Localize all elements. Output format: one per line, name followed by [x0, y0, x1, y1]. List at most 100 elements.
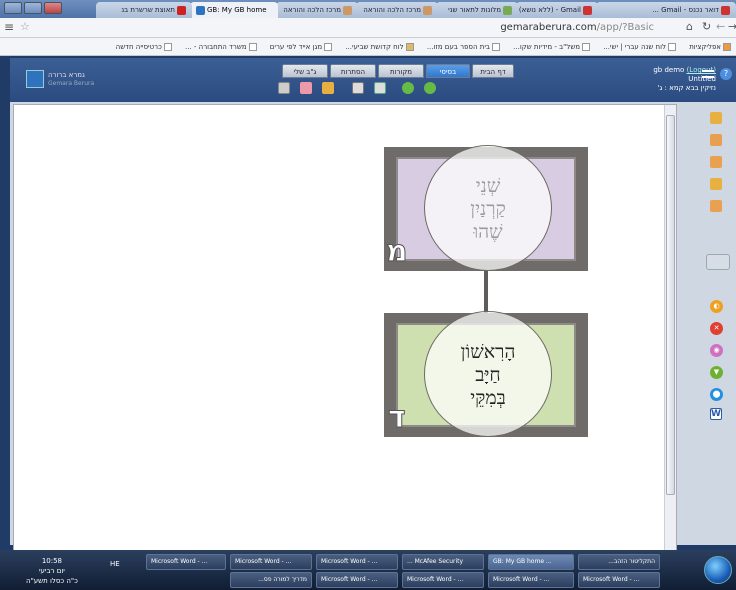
- star-icon[interactable]: ☆: [20, 20, 30, 33]
- bookmark-item[interactable]: כרטיסייה חדשה: [116, 38, 172, 55]
- bookmark-item[interactable]: משל"ב - מידיות שקו...: [513, 38, 591, 55]
- reload-icon[interactable]: ↻: [702, 20, 711, 33]
- tab-home[interactable]: דף הבית: [472, 64, 514, 78]
- passage-card[interactable]: שְׁנֵי קַרְנַיִן שֶׁהוּ מ: [384, 145, 588, 271]
- language-indicator[interactable]: HE: [110, 560, 120, 568]
- bookmark-item[interactable]: לוח קדושת שביעי...: [345, 38, 414, 55]
- word-icon[interactable]: W: [710, 408, 722, 420]
- taskbar-item[interactable]: ... McAfee Security: [402, 554, 484, 570]
- card-connector: [484, 271, 488, 313]
- rail-panel-toggle[interactable]: [706, 254, 730, 270]
- taskbar-item[interactable]: Microsoft Word - ...: [230, 554, 312, 570]
- url-field[interactable]: gemaraberura.com/app/?Basic: [40, 20, 670, 36]
- new-doc-icon[interactable]: [278, 82, 290, 94]
- gb-favicon: [196, 5, 205, 15]
- taskbar-item-active[interactable]: GB: My GB home ...: [488, 554, 574, 570]
- page-icon: [248, 43, 257, 51]
- green-tool-icon[interactable]: ▼: [710, 366, 723, 379]
- start-button[interactable]: [704, 556, 732, 584]
- taskbar-item[interactable]: Microsoft Word - ...: [578, 572, 660, 588]
- browser-tab[interactable]: דואר נכנס - Gmail ...: [596, 2, 736, 18]
- page-icon: [668, 43, 677, 51]
- undo-icon[interactable]: [402, 82, 414, 94]
- text-reference: נזיקין בבא קמא : ג': [657, 84, 716, 92]
- vertical-scrollbar[interactable]: [664, 105, 676, 557]
- bookmark-item[interactable]: מגן אייד לפי ערים: [270, 38, 333, 55]
- minimize-button[interactable]: [4, 2, 22, 14]
- taskbar-item[interactable]: Microsoft Word - ...: [488, 572, 574, 588]
- card-letter: מ: [386, 234, 409, 269]
- passage-text: הָרִאשׁוֹן חַיָּב בְּמִקֵּי: [460, 341, 516, 409]
- screen: דואר נכנס - Gmail ... Gmail - (ללא נושא)…: [0, 0, 736, 590]
- tool-icon[interactable]: [710, 178, 722, 190]
- work-canvas[interactable]: שְׁנֵי קַרְנַיִן שֶׁהוּ מ הָרִאשׁוֹן חַי…: [13, 104, 677, 557]
- logo-mark-icon: [26, 70, 44, 88]
- page-icon: [324, 43, 333, 51]
- taskbar-item[interactable]: התקליטור הזהב...: [578, 554, 660, 570]
- tab-my-gb[interactable]: ג"ב שלי: [282, 64, 328, 78]
- page-icon: [491, 43, 500, 51]
- browser-tab-bar: דואר נכנס - Gmail ... Gmail - (ללא נושא)…: [0, 0, 736, 18]
- bookmark-item[interactable]: אפליקציות: [689, 38, 731, 55]
- tab-sources[interactable]: מקורות: [378, 64, 424, 78]
- back-icon[interactable]: →: [728, 20, 736, 33]
- windows-taskbar: 10:58 יום רביעי כ"ה כסלו תשע"ה HE Micros…: [0, 550, 736, 590]
- youtube-icon: [177, 5, 186, 15]
- menu-icon[interactable]: ≡: [4, 20, 14, 34]
- taskbar-item[interactable]: מדריך למורה פס...: [230, 572, 312, 588]
- taskbar-item[interactable]: Microsoft Word - ...: [402, 572, 484, 588]
- orange-tool-icon[interactable]: ◐: [710, 300, 723, 313]
- save-icon[interactable]: [352, 82, 364, 94]
- right-tool-rail: ◐ ✕ ◉ ▼ ⬤ W: [702, 104, 732, 556]
- card-letter: ד: [388, 400, 407, 435]
- passage-text: שְׁנֵי קַרְנַיִן שֶׁהוּ: [470, 175, 506, 243]
- home-icon[interactable]: ⌂: [686, 20, 693, 33]
- browser-tab[interactable]: מרכז הלכה והוראה: [356, 2, 438, 18]
- page-icon: [163, 43, 172, 51]
- page-icon: [582, 43, 591, 51]
- tool-icon[interactable]: [710, 156, 722, 168]
- pink-tool-icon[interactable]: ◉: [710, 344, 723, 357]
- bookmark-item[interactable]: לוח שנה עברי | ישי...: [603, 38, 677, 55]
- maximize-button[interactable]: [24, 2, 42, 14]
- open-icon[interactable]: [300, 82, 312, 94]
- help-icon[interactable]: ?: [720, 68, 732, 80]
- redo-icon[interactable]: [424, 82, 436, 94]
- gmail-icon: [583, 5, 592, 15]
- bookmark-item[interactable]: משרד התחבורה - ...: [185, 38, 257, 55]
- browser-tab[interactable]: Gmail - (ללא נושא): [516, 2, 598, 18]
- red-tool-icon[interactable]: ✕: [710, 322, 723, 335]
- hamburger-icon[interactable]: [702, 70, 714, 78]
- taskbar-item[interactable]: Microsoft Word - ...: [316, 554, 398, 570]
- tab-basic[interactable]: בסיסי: [426, 64, 470, 78]
- tool-icon[interactable]: [710, 200, 722, 212]
- site-icon: [503, 5, 512, 15]
- site-icon: [343, 5, 352, 15]
- scroll-thumb[interactable]: [666, 115, 675, 495]
- blue-tool-icon[interactable]: ⬤: [710, 388, 723, 401]
- address-bar: ≡ ☆ gemaraberura.com/app/?Basic ⌂ ↻ ← →: [0, 18, 736, 38]
- taskbar-item[interactable]: Microsoft Word - ...: [146, 554, 226, 570]
- gb-app: גמרא ברורה Gemara Berura דף הבית בסיסי מ…: [10, 58, 736, 590]
- browser-tab[interactable]: מלונות לתאור שני: [436, 2, 518, 18]
- close-window-button[interactable]: [44, 2, 62, 14]
- browser-tab-active[interactable]: GB: My GB home: [190, 2, 278, 18]
- bookmarks-bar: אפליקציות לוח שנה עברי | ישי... משל"ב - …: [0, 38, 736, 56]
- browser-tab[interactable]: מרכז הלכה והוראה: [276, 2, 358, 18]
- tool-icon[interactable]: [710, 112, 722, 124]
- page-icon: [405, 43, 414, 51]
- logo[interactable]: גמרא ברורה Gemara Berura: [26, 70, 102, 90]
- save-as-icon[interactable]: [374, 82, 386, 94]
- site-icon: [423, 5, 432, 15]
- tab-hidings[interactable]: הסתרות: [330, 64, 376, 78]
- taskbar-item[interactable]: Microsoft Word - ...: [316, 572, 398, 588]
- forward-icon[interactable]: ←: [716, 20, 725, 33]
- browser-tab[interactable]: תאוצת שרשרת בנ: [96, 2, 192, 18]
- bookmark-item[interactable]: בית הספר בעם מזו...: [427, 38, 500, 55]
- tool-icon[interactable]: [710, 134, 722, 146]
- folder-icon[interactable]: [322, 82, 334, 94]
- clock[interactable]: 10:58 יום רביעי כ"ה כסלו תשע"ה: [26, 556, 78, 586]
- passage-card[interactable]: הָרִאשׁוֹן חַיָּב בְּמִקֵּי ד: [384, 311, 588, 437]
- app-header: גמרא ברורה Gemara Berura דף הבית בסיסי מ…: [10, 58, 736, 102]
- gmail-icon: [721, 5, 730, 15]
